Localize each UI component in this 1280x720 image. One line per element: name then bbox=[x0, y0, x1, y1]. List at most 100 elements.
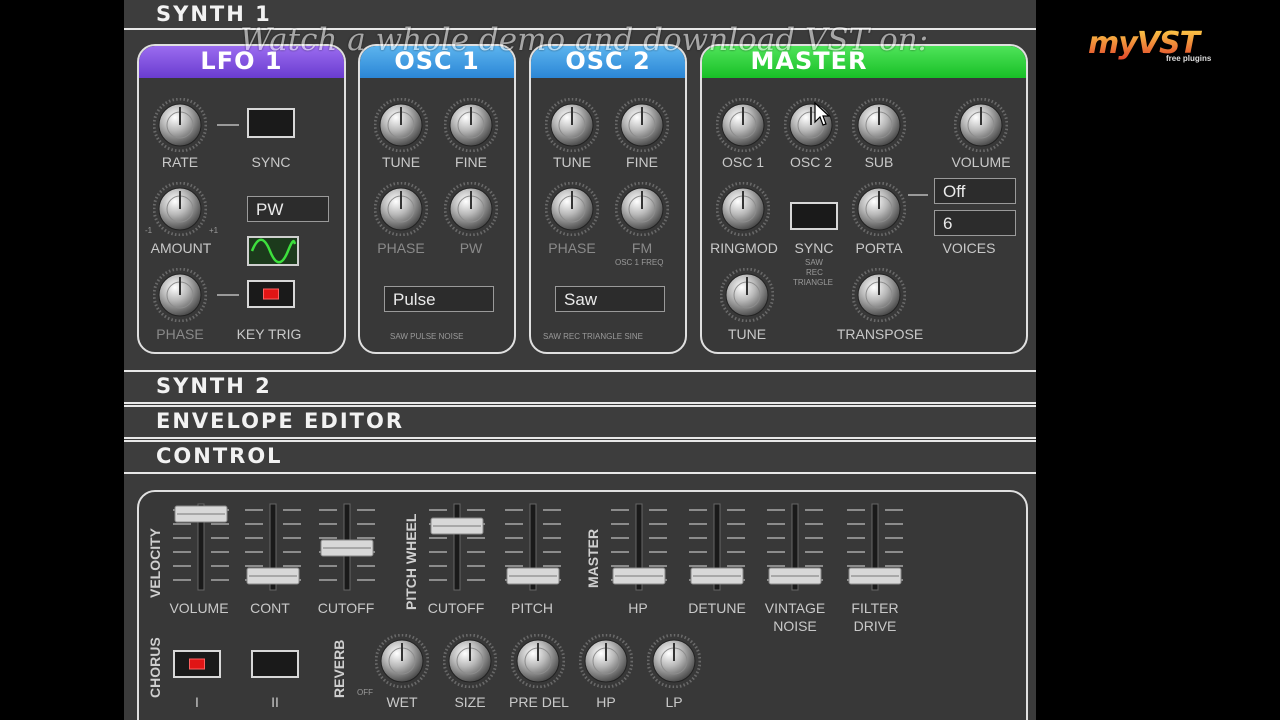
velocity-cutoff-slider[interactable] bbox=[317, 502, 377, 592]
mouse-cursor-icon bbox=[814, 102, 830, 126]
osc1-phase-label: PHASE bbox=[377, 240, 425, 256]
reverb-wet-label: WET bbox=[386, 694, 418, 710]
osc1-wave-display[interactable]: Pulse bbox=[384, 286, 494, 312]
vintage-label: VINTAGE bbox=[764, 600, 826, 616]
reverb-hp-label: HP bbox=[596, 694, 616, 710]
lfo1-phase-label: PHASE bbox=[156, 326, 204, 342]
master-sync-sub1: SAW bbox=[805, 258, 823, 267]
chorus-i-button[interactable] bbox=[173, 650, 221, 678]
osc1-pw-knob[interactable] bbox=[443, 181, 499, 237]
master-porta-label: PORTA bbox=[855, 240, 903, 256]
osc1-panel: OSC 1 TUNE FINE PHASE PW Pulse SAW PULSE… bbox=[358, 44, 516, 354]
osc2-fine-label: FINE bbox=[626, 154, 658, 170]
lfo1-phase-knob[interactable] bbox=[152, 267, 208, 323]
master-porta-knob[interactable] bbox=[851, 181, 907, 237]
lfo1-amount-knob[interactable] bbox=[152, 181, 208, 237]
master-osc2-label: OSC 2 bbox=[789, 154, 832, 170]
pitch-wheel-label: PITCH WHEEL bbox=[403, 513, 419, 610]
osc2-phase-label: PHASE bbox=[548, 240, 596, 256]
pitchwheel-pitch-slider[interactable] bbox=[503, 502, 563, 592]
velocity-volume-slider[interactable] bbox=[171, 502, 231, 592]
section-envelope-editor[interactable]: ENVELOPE EDITOR bbox=[124, 405, 1036, 439]
lfo1-connector bbox=[217, 124, 239, 126]
master-detune-slider[interactable] bbox=[687, 502, 747, 592]
lfo1-panel: LFO 1 RATE SYNC -1 +1 AMOUNT PW PHASE KE… bbox=[137, 44, 346, 354]
lfo1-sync-label: SYNC bbox=[251, 154, 291, 170]
osc2-fm-knob[interactable] bbox=[614, 181, 670, 237]
lfo1-sync-button[interactable] bbox=[247, 108, 295, 138]
noise-label: NOISE bbox=[773, 618, 817, 634]
section-title-control: CONTROL bbox=[156, 444, 283, 468]
master-sub-knob[interactable] bbox=[851, 97, 907, 153]
osc1-fine-knob[interactable] bbox=[443, 97, 499, 153]
master-ringmod-knob[interactable] bbox=[715, 181, 771, 237]
lfo1-waveform-button[interactable] bbox=[247, 236, 299, 266]
reverb-lp-knob[interactable] bbox=[646, 633, 702, 689]
master-voices-label: VOICES bbox=[942, 240, 996, 256]
master-section-label: MASTER bbox=[585, 528, 601, 588]
master-osc1-label: OSC 1 bbox=[721, 154, 764, 170]
lfo1-keytrig-button[interactable] bbox=[247, 280, 295, 308]
lfo1-waveform-display[interactable]: PW bbox=[247, 196, 329, 222]
master-panel: MASTER OSC 1 OSC 2 SUB VOLUME RINGMOD SY… bbox=[700, 44, 1028, 354]
master-porta-display[interactable]: Off bbox=[934, 178, 1016, 204]
master-sync-sub3: TRIANGLE bbox=[793, 278, 834, 287]
sine-wave-icon bbox=[250, 238, 297, 264]
master-sync-button[interactable] bbox=[790, 202, 838, 230]
filter-label: FILTER bbox=[851, 600, 899, 616]
lfo1-connector-2 bbox=[217, 294, 239, 296]
master-transpose-knob[interactable] bbox=[851, 267, 907, 323]
chorus-i-label: I bbox=[195, 694, 199, 710]
chorus-ii-button[interactable] bbox=[251, 650, 299, 678]
master-tune-knob[interactable] bbox=[719, 267, 775, 323]
pitchwheel-cutoff-slider[interactable] bbox=[427, 502, 487, 592]
section-synth2[interactable]: SYNTH 2 bbox=[124, 370, 1036, 404]
master-voices-display[interactable]: 6 bbox=[934, 210, 1016, 236]
master-osc1-knob[interactable] bbox=[715, 97, 771, 153]
master-transpose-label: TRANSPOSE bbox=[836, 326, 924, 342]
velocity-cutoff-label: CUTOFF bbox=[317, 600, 375, 616]
osc1-tune-knob[interactable] bbox=[373, 97, 429, 153]
lfo1-amount-min: -1 bbox=[145, 226, 153, 235]
section-control[interactable]: CONTROL bbox=[124, 440, 1036, 474]
reverb-lp-label: LP bbox=[665, 694, 683, 710]
master-volume-label: VOLUME bbox=[951, 154, 1011, 170]
osc2-phase-knob[interactable] bbox=[544, 181, 600, 237]
filter-drive-slider[interactable] bbox=[845, 502, 905, 592]
osc1-pw-label: PW bbox=[459, 240, 483, 256]
osc2-wave-display[interactable]: Saw bbox=[555, 286, 665, 312]
lfo1-rate-label: RATE bbox=[161, 154, 199, 170]
keytrig-led bbox=[263, 288, 279, 300]
lfo1-amount-label: AMOUNT bbox=[150, 240, 212, 256]
reverb-hp-knob[interactable] bbox=[578, 633, 634, 689]
porta-connector bbox=[908, 194, 928, 196]
master-volume-knob[interactable] bbox=[953, 97, 1009, 153]
velocity-volume-label: VOLUME bbox=[169, 600, 229, 616]
osc2-fm-label: FM bbox=[631, 240, 653, 256]
velocity-cont-slider[interactable] bbox=[243, 502, 303, 592]
osc2-tune-label: TUNE bbox=[552, 154, 592, 170]
synth-plugin-window: SYNTH 1 LFO 1 RATE SYNC -1 +1 AMOUNT PW … bbox=[124, 0, 1036, 720]
lfo1-rate-knob[interactable] bbox=[152, 97, 208, 153]
master-hp-slider[interactable] bbox=[609, 502, 669, 592]
osc2-fine-knob[interactable] bbox=[614, 97, 670, 153]
osc1-phase-knob[interactable] bbox=[373, 181, 429, 237]
osc1-tune-label: TUNE bbox=[381, 154, 421, 170]
master-hp-label: HP bbox=[628, 600, 648, 616]
master-sub-label: SUB bbox=[864, 154, 894, 170]
logo-subtext: free plugins bbox=[1166, 54, 1212, 63]
velocity-label: VELOCITY bbox=[147, 527, 163, 598]
osc2-fm-sublabel: OSC 1 FREQ bbox=[615, 258, 664, 267]
master-tune-label: TUNE bbox=[727, 326, 767, 342]
chorus-ii-label: II bbox=[271, 694, 279, 710]
reverb-predel-knob[interactable] bbox=[510, 633, 566, 689]
lfo1-keytrig-label: KEY TRIG bbox=[236, 326, 302, 342]
reverb-wet-knob[interactable] bbox=[374, 633, 430, 689]
osc2-wave-options: SAW REC TRIANGLE SINE bbox=[543, 332, 644, 341]
osc2-tune-knob[interactable] bbox=[544, 97, 600, 153]
vintage-noise-slider[interactable] bbox=[765, 502, 825, 592]
reverb-predel-label: PRE DEL bbox=[509, 694, 569, 710]
reverb-size-knob[interactable] bbox=[442, 633, 498, 689]
myvst-logo: myVST free plugins bbox=[1088, 26, 1248, 63]
master-sync-label: SYNC bbox=[794, 240, 834, 256]
